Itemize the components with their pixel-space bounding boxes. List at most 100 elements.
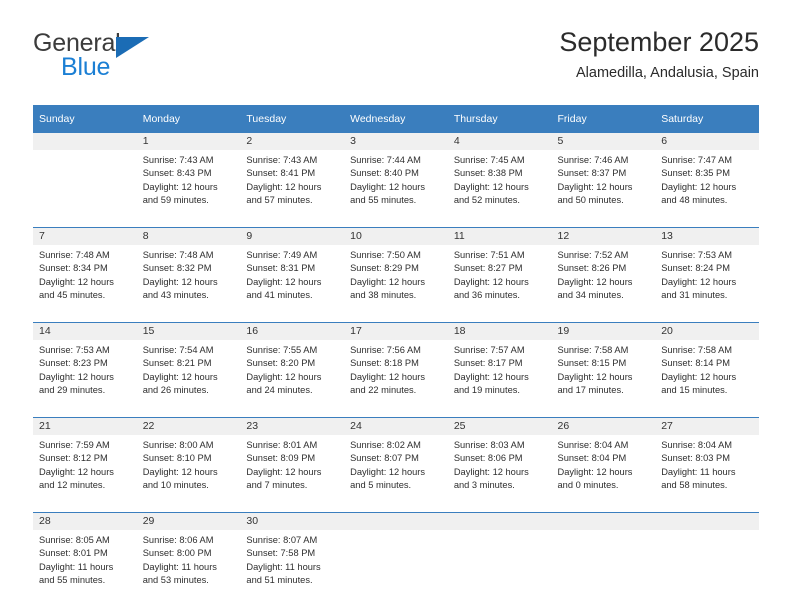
day-cell[interactable]: Sunrise: 8:05 AM Sunset: 8:01 PM Dayligh… (33, 530, 137, 598)
daynum-cell[interactable]: 7 (33, 227, 137, 245)
day-number: 27 (661, 420, 673, 432)
day-cell[interactable] (551, 530, 656, 598)
daynum-cell[interactable]: 5 (551, 133, 656, 150)
day-cell[interactable]: Sunrise: 8:01 AM Sunset: 8:09 PM Dayligh… (240, 435, 345, 503)
calendar-header-row: Sunday Monday Tuesday Wednesday Thursday… (33, 105, 759, 133)
calendar-week-row: Sunrise: 7:59 AM Sunset: 8:12 PM Dayligh… (33, 435, 759, 503)
day-cell[interactable]: Sunrise: 7:55 AM Sunset: 8:20 PM Dayligh… (240, 340, 345, 408)
daynum-cell[interactable]: 22 (136, 417, 241, 435)
daynum-cell[interactable]: 3 (344, 133, 448, 150)
daynum-cell[interactable]: 27 (655, 417, 759, 435)
daynum-cell[interactable] (447, 512, 552, 530)
day-cell[interactable]: Sunrise: 7:58 AM Sunset: 8:14 PM Dayligh… (655, 340, 759, 408)
day-cell[interactable]: Sunrise: 7:50 AM Sunset: 8:29 PM Dayligh… (344, 245, 448, 313)
day-cell[interactable]: Sunrise: 7:46 AM Sunset: 8:37 PM Dayligh… (551, 150, 656, 218)
daynum-band: 14 15 16 17 18 19 20 (33, 322, 759, 340)
daynum-cell[interactable]: 10 (344, 227, 448, 245)
daynum-cell[interactable]: 28 (33, 512, 137, 530)
day-info: Sunrise: 7:46 AM Sunset: 8:37 PM Dayligh… (557, 155, 633, 205)
daynum-cell[interactable]: 9 (240, 227, 345, 245)
daynum-cell[interactable]: 6 (655, 133, 759, 150)
daynum-cell[interactable]: 8 (136, 227, 241, 245)
daynum-cell[interactable]: 2 (240, 133, 345, 150)
day-info: Sunrise: 8:02 AM Sunset: 8:07 PM Dayligh… (350, 440, 426, 490)
day-cell[interactable] (655, 530, 759, 598)
daynum-cell[interactable]: 21 (33, 417, 137, 435)
daynum-band: 28 29 30 (33, 512, 759, 530)
daynum-cell[interactable] (344, 512, 448, 530)
day-cell[interactable]: Sunrise: 8:03 AM Sunset: 8:06 PM Dayligh… (447, 435, 552, 503)
day-cell[interactable]: Sunrise: 7:56 AM Sunset: 8:18 PM Dayligh… (344, 340, 448, 408)
day-cell[interactable]: Sunrise: 7:57 AM Sunset: 8:17 PM Dayligh… (447, 340, 552, 408)
day-number: 16 (246, 325, 259, 337)
daynum-cell[interactable]: 20 (655, 322, 759, 340)
day-info: Sunrise: 8:00 AM Sunset: 8:10 PM Dayligh… (142, 440, 218, 490)
day-number: 13 (661, 230, 673, 242)
day-cell[interactable]: Sunrise: 7:53 AM Sunset: 8:23 PM Dayligh… (33, 340, 137, 408)
day-cell[interactable]: Sunrise: 7:48 AM Sunset: 8:32 PM Dayligh… (136, 245, 241, 313)
day-cell[interactable]: Sunrise: 7:59 AM Sunset: 8:12 PM Dayligh… (33, 435, 137, 503)
weekday-header-wednesday: Wednesday (344, 105, 448, 133)
day-cell[interactable]: Sunrise: 8:00 AM Sunset: 8:10 PM Dayligh… (136, 435, 241, 503)
daynum-cell[interactable]: 24 (344, 417, 448, 435)
day-cell[interactable]: Sunrise: 7:47 AM Sunset: 8:35 PM Dayligh… (655, 150, 759, 218)
daynum-cell[interactable]: 19 (551, 322, 656, 340)
day-cell[interactable] (344, 530, 448, 598)
day-cell[interactable]: Sunrise: 7:58 AM Sunset: 8:15 PM Dayligh… (551, 340, 656, 408)
daynum-cell[interactable]: 15 (136, 322, 241, 340)
daynum-band: 21 22 23 24 25 26 27 (33, 417, 759, 435)
generalblue-logo[interactable]: General Blue (33, 30, 293, 92)
calendar-week-row: Sunrise: 7:43 AM Sunset: 8:43 PM Dayligh… (33, 150, 759, 218)
daynum-cell[interactable]: 12 (551, 227, 656, 245)
day-cell[interactable]: Sunrise: 7:43 AM Sunset: 8:41 PM Dayligh… (240, 150, 345, 218)
day-cell[interactable]: Sunrise: 7:49 AM Sunset: 8:31 PM Dayligh… (240, 245, 345, 313)
daynum-cell[interactable]: 26 (551, 417, 656, 435)
daynum-cell[interactable]: 4 (447, 133, 552, 150)
day-cell[interactable] (33, 150, 137, 218)
day-cell[interactable]: Sunrise: 7:52 AM Sunset: 8:26 PM Dayligh… (551, 245, 656, 313)
day-number (552, 513, 656, 530)
day-cell[interactable]: Sunrise: 8:06 AM Sunset: 8:00 PM Dayligh… (136, 530, 241, 598)
day-cell[interactable]: Sunrise: 7:44 AM Sunset: 8:40 PM Dayligh… (344, 150, 448, 218)
daynum-cell[interactable] (551, 512, 656, 530)
day-info: Sunrise: 8:04 AM Sunset: 8:04 PM Dayligh… (557, 440, 633, 490)
daynum-cell[interactable]: 30 (240, 512, 345, 530)
week-separator (33, 408, 759, 418)
daynum-cell[interactable]: 11 (447, 227, 552, 245)
day-cell[interactable] (447, 530, 552, 598)
week-separator-line (33, 218, 759, 228)
daynum-cell[interactable] (655, 512, 759, 530)
daynum-cell[interactable]: 1 (136, 133, 241, 150)
day-info: Sunrise: 7:59 AM Sunset: 8:12 PM Dayligh… (39, 440, 114, 490)
day-cell[interactable]: Sunrise: 7:51 AM Sunset: 8:27 PM Dayligh… (447, 245, 552, 313)
day-info: Sunrise: 7:54 AM Sunset: 8:21 PM Dayligh… (142, 345, 218, 395)
day-cell[interactable]: Sunrise: 7:54 AM Sunset: 8:21 PM Dayligh… (136, 340, 241, 408)
daynum-cell[interactable]: 23 (240, 417, 345, 435)
daynum-cell[interactable]: 25 (447, 417, 552, 435)
daynum-cell[interactable]: 17 (344, 322, 448, 340)
day-cell[interactable]: Sunrise: 8:02 AM Sunset: 8:07 PM Dayligh… (344, 435, 448, 503)
day-cell[interactable]: Sunrise: 7:45 AM Sunset: 8:38 PM Dayligh… (447, 150, 552, 218)
day-number: 17 (350, 325, 362, 337)
day-cell[interactable]: Sunrise: 8:04 AM Sunset: 8:04 PM Dayligh… (551, 435, 656, 503)
daynum-cell[interactable]: 18 (447, 322, 552, 340)
daynum-cell[interactable] (33, 133, 137, 150)
day-number: 7 (39, 230, 45, 242)
daynum-cell[interactable]: 16 (240, 322, 345, 340)
page-header: General Blue September 2025 Alamedilla, … (33, 26, 759, 98)
calendar-week-row: Sunrise: 7:48 AM Sunset: 8:34 PM Dayligh… (33, 245, 759, 313)
day-cell[interactable]: Sunrise: 7:48 AM Sunset: 8:34 PM Dayligh… (33, 245, 137, 313)
daynum-cell[interactable]: 13 (655, 227, 759, 245)
day-info (448, 530, 552, 534)
day-cell[interactable]: Sunrise: 8:07 AM Sunset: 7:58 PM Dayligh… (240, 530, 345, 598)
day-cell[interactable]: Sunrise: 7:53 AM Sunset: 8:24 PM Dayligh… (655, 245, 759, 313)
day-cell[interactable]: Sunrise: 8:04 AM Sunset: 8:03 PM Dayligh… (655, 435, 759, 503)
day-info: Sunrise: 7:48 AM Sunset: 8:32 PM Dayligh… (142, 250, 218, 300)
day-info: Sunrise: 7:58 AM Sunset: 8:15 PM Dayligh… (557, 345, 633, 395)
page-title: September 2025 (559, 27, 759, 57)
week-separator (33, 503, 759, 513)
daynum-cell[interactable]: 29 (136, 512, 241, 530)
day-number: 25 (453, 420, 466, 432)
daynum-cell[interactable]: 14 (33, 322, 137, 340)
day-cell[interactable]: Sunrise: 7:43 AM Sunset: 8:43 PM Dayligh… (136, 150, 241, 218)
